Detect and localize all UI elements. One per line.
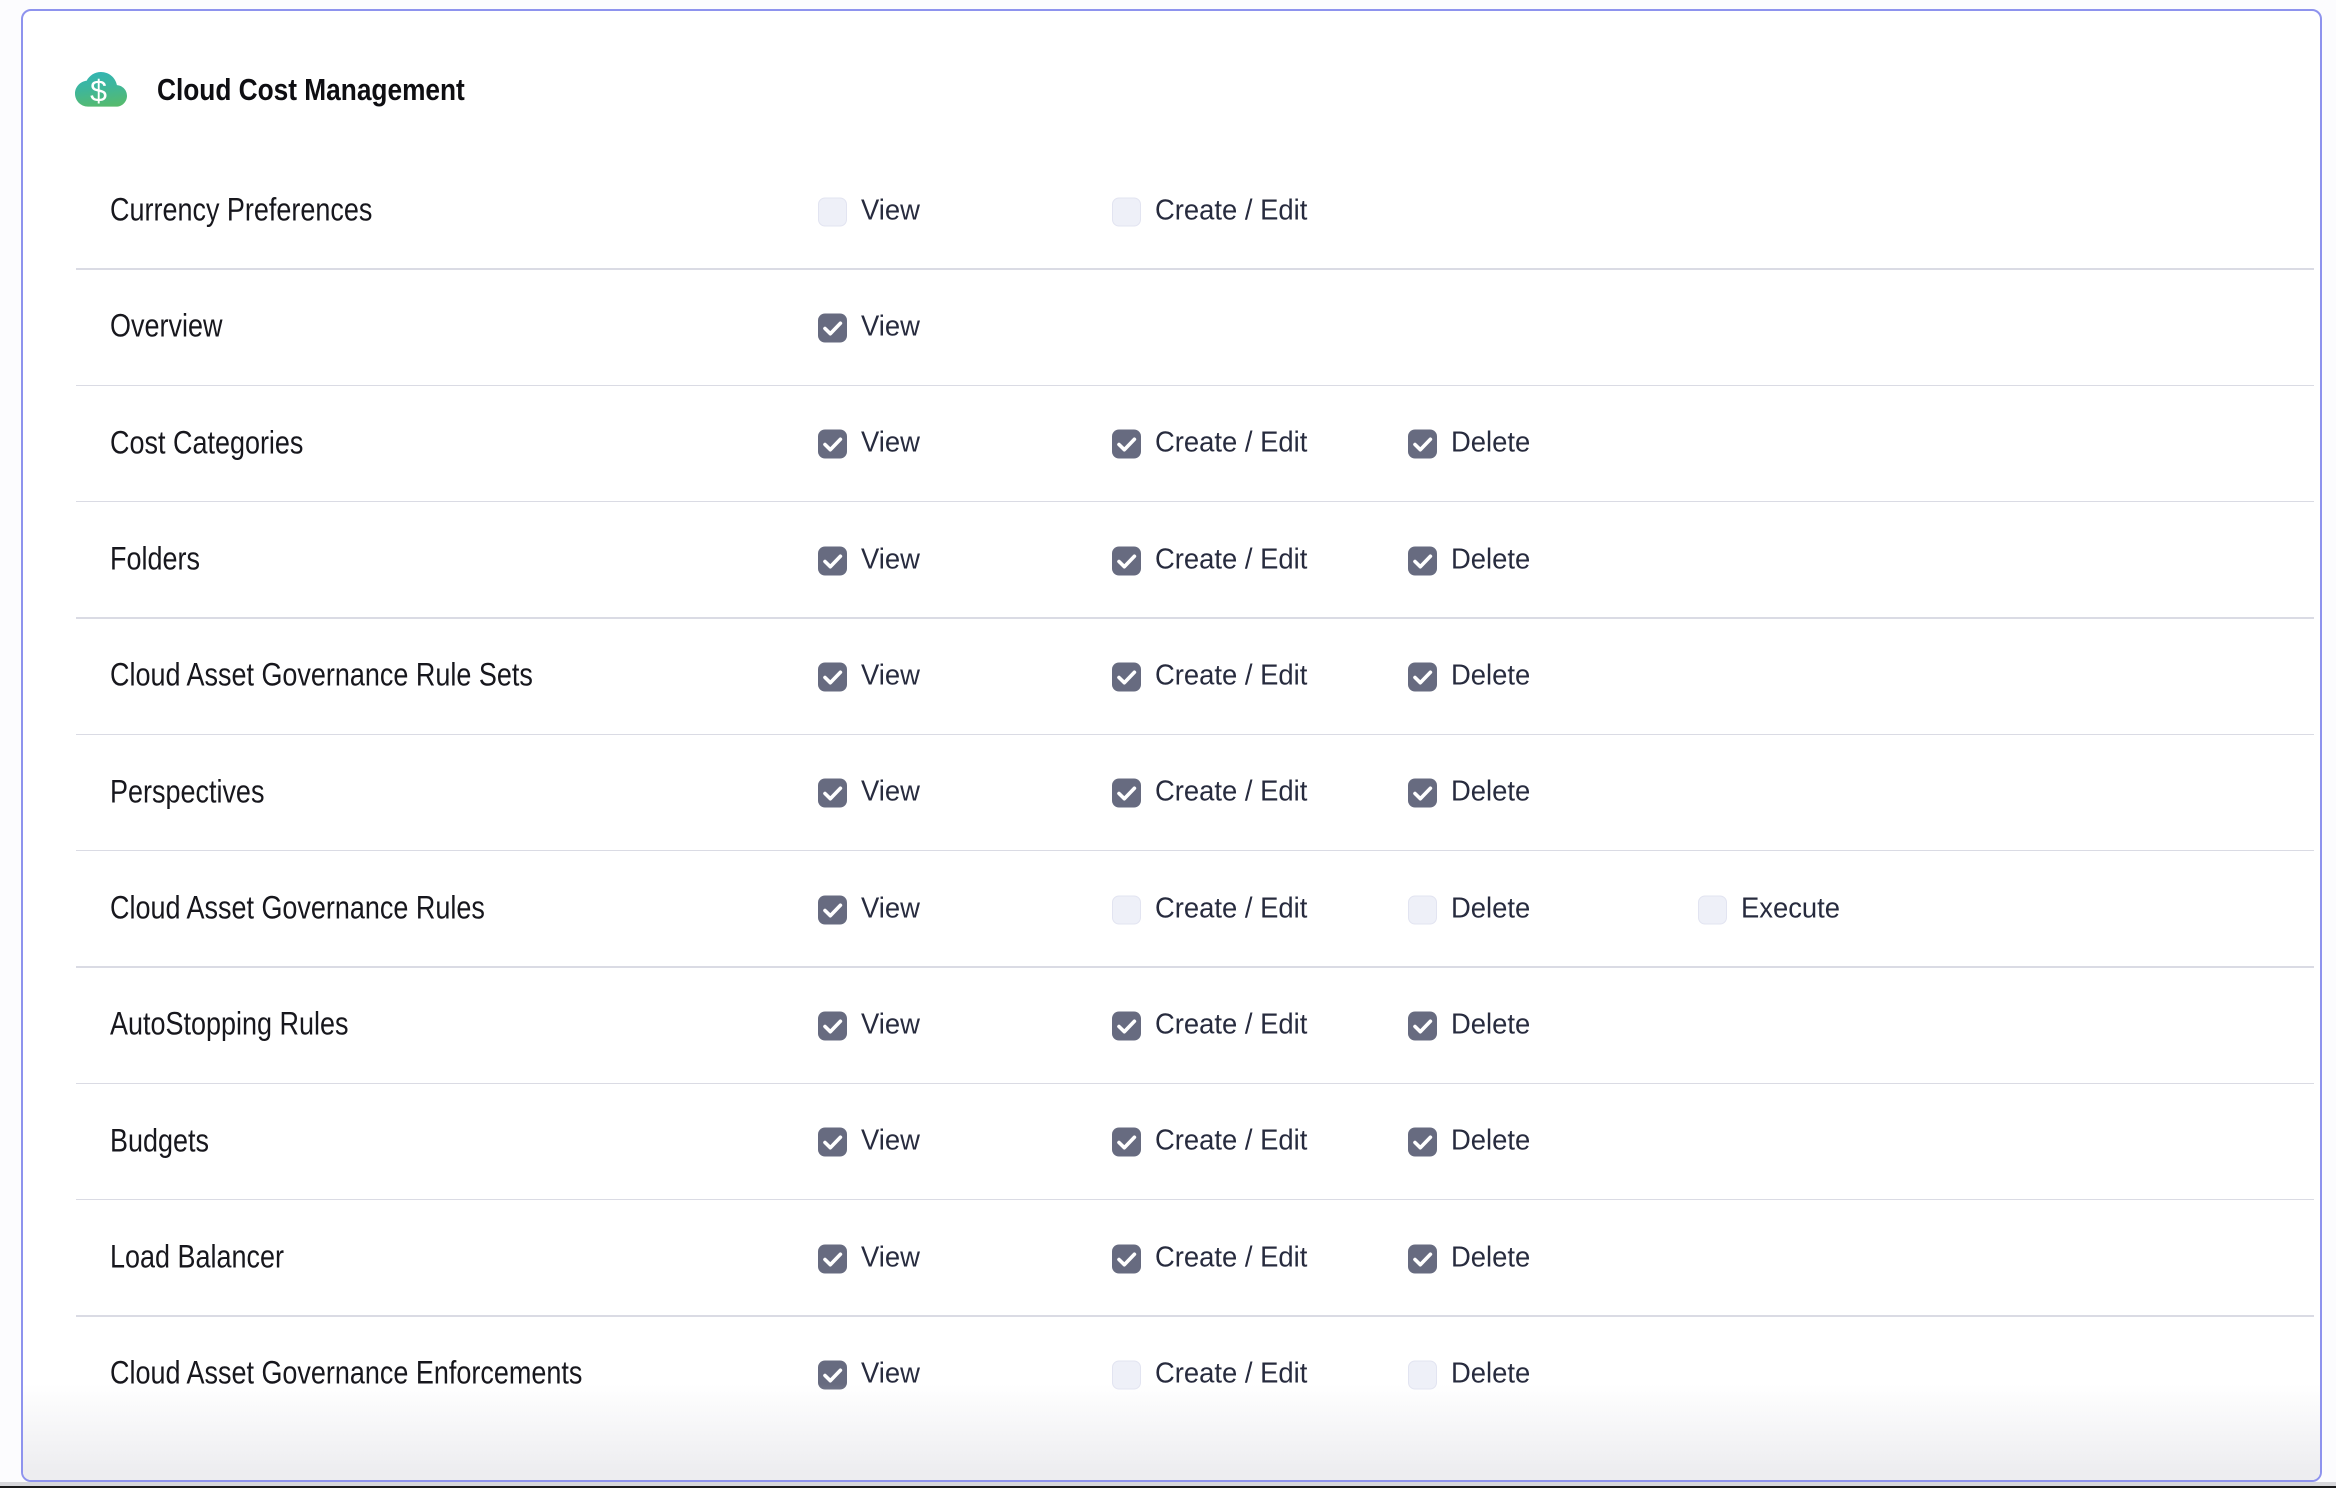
svg-text:$: $ bbox=[90, 75, 107, 108]
